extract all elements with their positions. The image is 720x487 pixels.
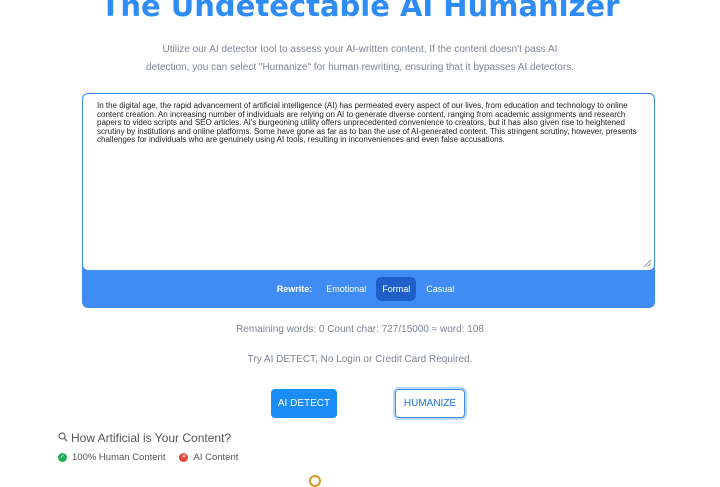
legend-human: ✓ 100% Human Content: [58, 452, 165, 463]
mode-casual[interactable]: Casual: [420, 277, 460, 301]
results-legend: ✓ 100% Human Content ✕ AI Content: [58, 452, 252, 463]
rewrite-toolbar: Rewrite: Emotional Formal Casual: [82, 276, 655, 302]
check-circle-icon: ✓: [58, 453, 67, 462]
mode-emotional[interactable]: Emotional: [320, 277, 372, 301]
editor-card: In the digital age, the rapid advancemen…: [82, 93, 655, 308]
resize-handle[interactable]: [644, 260, 651, 267]
word-count-stats: Remaining words: 0 Count char: 727/15000…: [236, 324, 484, 335]
promo-text: Try AI DETECT, No Login or Credit Card R…: [247, 354, 473, 365]
rewrite-label: Rewrite:: [276, 284, 313, 294]
results-heading: How Artificial is Your Content?: [58, 431, 231, 445]
legend-human-label: 100% Human Content: [72, 452, 166, 463]
content-text: In the digital age, the rapid advancemen…: [97, 101, 637, 145]
legend-ai-label: AI Content: [193, 452, 239, 463]
page-title: The Undetectable AI Humanizer: [100, 0, 620, 23]
loading-icon: [309, 475, 321, 487]
search-icon: [58, 431, 68, 445]
page-subtitle: Utilize our AI detector tool to assess y…: [146, 44, 574, 73]
mode-formal[interactable]: Formal: [376, 277, 417, 301]
humanize-button[interactable]: HUMANIZE: [395, 389, 465, 418]
legend-ai: ✕ AI Content: [179, 452, 238, 463]
results-heading-text: How Artificial is Your Content?: [71, 431, 232, 445]
content-textarea[interactable]: In the digital age, the rapid advancemen…: [82, 93, 655, 271]
ai-detect-button[interactable]: AI DETECT: [271, 389, 337, 418]
x-circle-icon: ✕: [179, 453, 189, 462]
